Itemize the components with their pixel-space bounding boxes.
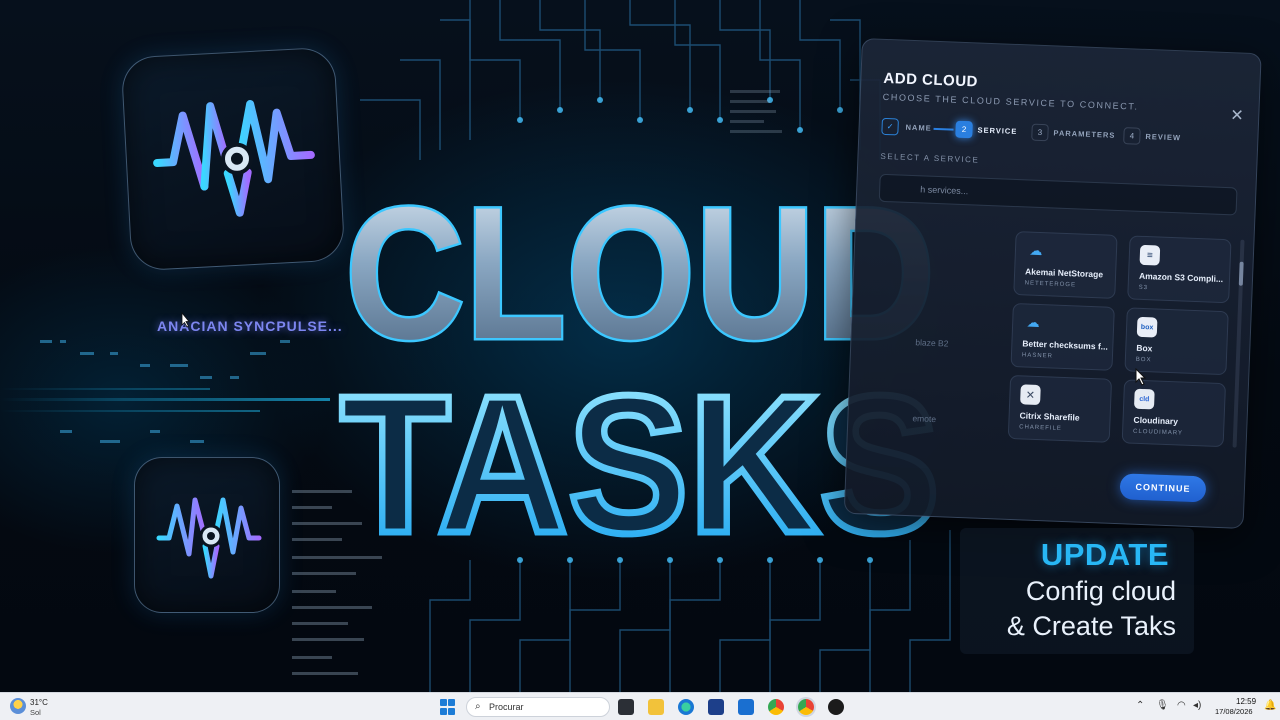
file-explorer-icon[interactable] [648, 699, 664, 715]
taskbar-search-placeholder: Procurar [489, 702, 524, 712]
weather-condition[interactable]: Sol [30, 708, 41, 717]
service-name: Citrix Sharefile [1019, 410, 1080, 423]
service-code: CHAREFILE [1019, 424, 1062, 432]
chrome-profile-icon[interactable] [798, 699, 814, 715]
wifi-icon[interactable]: ◠ [1177, 700, 1186, 711]
step-3-indicator[interactable]: 3 [1031, 123, 1049, 142]
service-code: BOX [1135, 356, 1152, 364]
step-4-label: REVIEW [1145, 131, 1182, 143]
weather-icon[interactable] [10, 698, 26, 714]
service-code: HASNER [1021, 352, 1054, 360]
service-name: Akemai NetStorage [1024, 266, 1104, 280]
service-code: CLOUDIMARY [1132, 428, 1184, 437]
service-name: Cloudinary [1133, 414, 1179, 427]
mouse-cursor-icon [1135, 368, 1146, 386]
add-cloud-dialog: ADD CLOUD CHOOSE THE CLOUD SERVICE TO CO… [843, 38, 1262, 530]
dialog-subtitle: CHOOSE THE CLOUD SERVICE TO CONNECT. [882, 91, 1139, 112]
box-icon: box [1136, 316, 1158, 338]
chrome-icon[interactable] [768, 699, 784, 715]
service-name: Amazon S3 Compli... [1138, 270, 1224, 285]
section-label: SELECT A SERVICE [880, 151, 980, 165]
clock-date[interactable]: 17/08/2026 [1215, 707, 1253, 716]
clock-time[interactable]: 12:59 [1236, 697, 1256, 706]
partial-service-item[interactable]: emote [912, 413, 936, 424]
step-3-label: PARAMETERS [1053, 128, 1116, 140]
update-line-2: & Create Taks [1006, 611, 1176, 641]
search-placeholder: h services... [920, 184, 969, 197]
service-list-scrollbar[interactable] [1232, 239, 1245, 448]
waveform-logo-icon [153, 100, 315, 217]
service-card-box[interactable]: box Box BOX [1124, 307, 1229, 376]
service-name: Box [1136, 342, 1153, 354]
start-button-icon[interactable] [440, 699, 456, 715]
microphone-icon[interactable]: 🎙 [1156, 700, 1169, 711]
show-hidden-icons-chevron-icon[interactable]: ⌃ [1136, 700, 1144, 711]
service-code: S3 [1138, 284, 1149, 292]
cloudinary-icon: cld [1133, 388, 1155, 410]
search-icon: ⌕ [475, 701, 481, 712]
service-name: Better checksums f... [1022, 338, 1109, 352]
cloud-icon: ☁ [1026, 314, 1040, 331]
step-2-label: SERVICE [977, 125, 1018, 137]
service-card-amazon-s3[interactable]: ≡ Amazon S3 Compli... S3 [1127, 235, 1232, 304]
taskbar-search-input[interactable]: ⌕ Procurar [466, 697, 610, 717]
step-1-label: NAME [905, 122, 932, 133]
partial-service-item[interactable]: blaze B2 [915, 337, 948, 348]
cloud-icon: ☁ [1029, 242, 1043, 259]
continue-button[interactable]: CONTINUE [1119, 473, 1207, 503]
app-icon[interactable] [828, 699, 844, 715]
service-card-cloudinary[interactable]: cld Cloudinary CLOUDIMARY [1121, 379, 1227, 448]
edge-browser-icon[interactable] [678, 699, 694, 715]
service-search-input[interactable]: h services... [878, 173, 1238, 216]
app-logo-small [134, 457, 280, 613]
close-icon[interactable]: ✕ [1230, 105, 1244, 125]
service-code: NETETEROGE [1024, 280, 1077, 289]
step-2-indicator[interactable]: 2 [955, 120, 973, 139]
step-connector [933, 127, 954, 131]
waveform-logo-small-icon [156, 497, 262, 579]
scrollbar-thumb[interactable] [1238, 261, 1244, 286]
dialog-title: ADD CLOUD [883, 69, 979, 91]
step-4-indicator[interactable]: 4 [1123, 127, 1141, 145]
store-icon[interactable] [708, 699, 724, 715]
hero-title-line1: CLOUD [345, 168, 935, 378]
notification-bell-icon[interactable]: 🔔 [1264, 700, 1276, 711]
update-line-1: Config cloud [1025, 576, 1176, 606]
volume-icon[interactable]: ◂) [1193, 700, 1201, 711]
task-view-icon[interactable] [618, 699, 634, 715]
update-title: UPDATE [1040, 537, 1169, 572]
service-card-akamai[interactable]: ☁ Akemai NetStorage NETETEROGE [1013, 231, 1118, 299]
document-icon: ≡ [1139, 244, 1161, 266]
citrix-icon: ✕ [1020, 384, 1041, 406]
step-1-check-icon[interactable]: ✓ [881, 117, 899, 136]
weather-temperature[interactable]: 31°C [30, 698, 48, 707]
outlook-icon[interactable] [738, 699, 754, 715]
service-card-better-checksums[interactable]: ☁ Better checksums f... HASNER [1010, 302, 1115, 371]
service-card-citrix[interactable]: ✕ Citrix Sharefile CHAREFILE [1007, 374, 1113, 443]
text-cursor-icon [181, 312, 190, 328]
app-logo-large [120, 46, 346, 272]
stepper: ✓ NAME 2 SERVICE 3 PARAMETERS 4 REVIEW [881, 117, 1242, 154]
windows-taskbar: 31°C Sol ⌕ Procurar ⌃ 🎙 ◠ ◂) 12:59 17/08… [0, 692, 1280, 720]
